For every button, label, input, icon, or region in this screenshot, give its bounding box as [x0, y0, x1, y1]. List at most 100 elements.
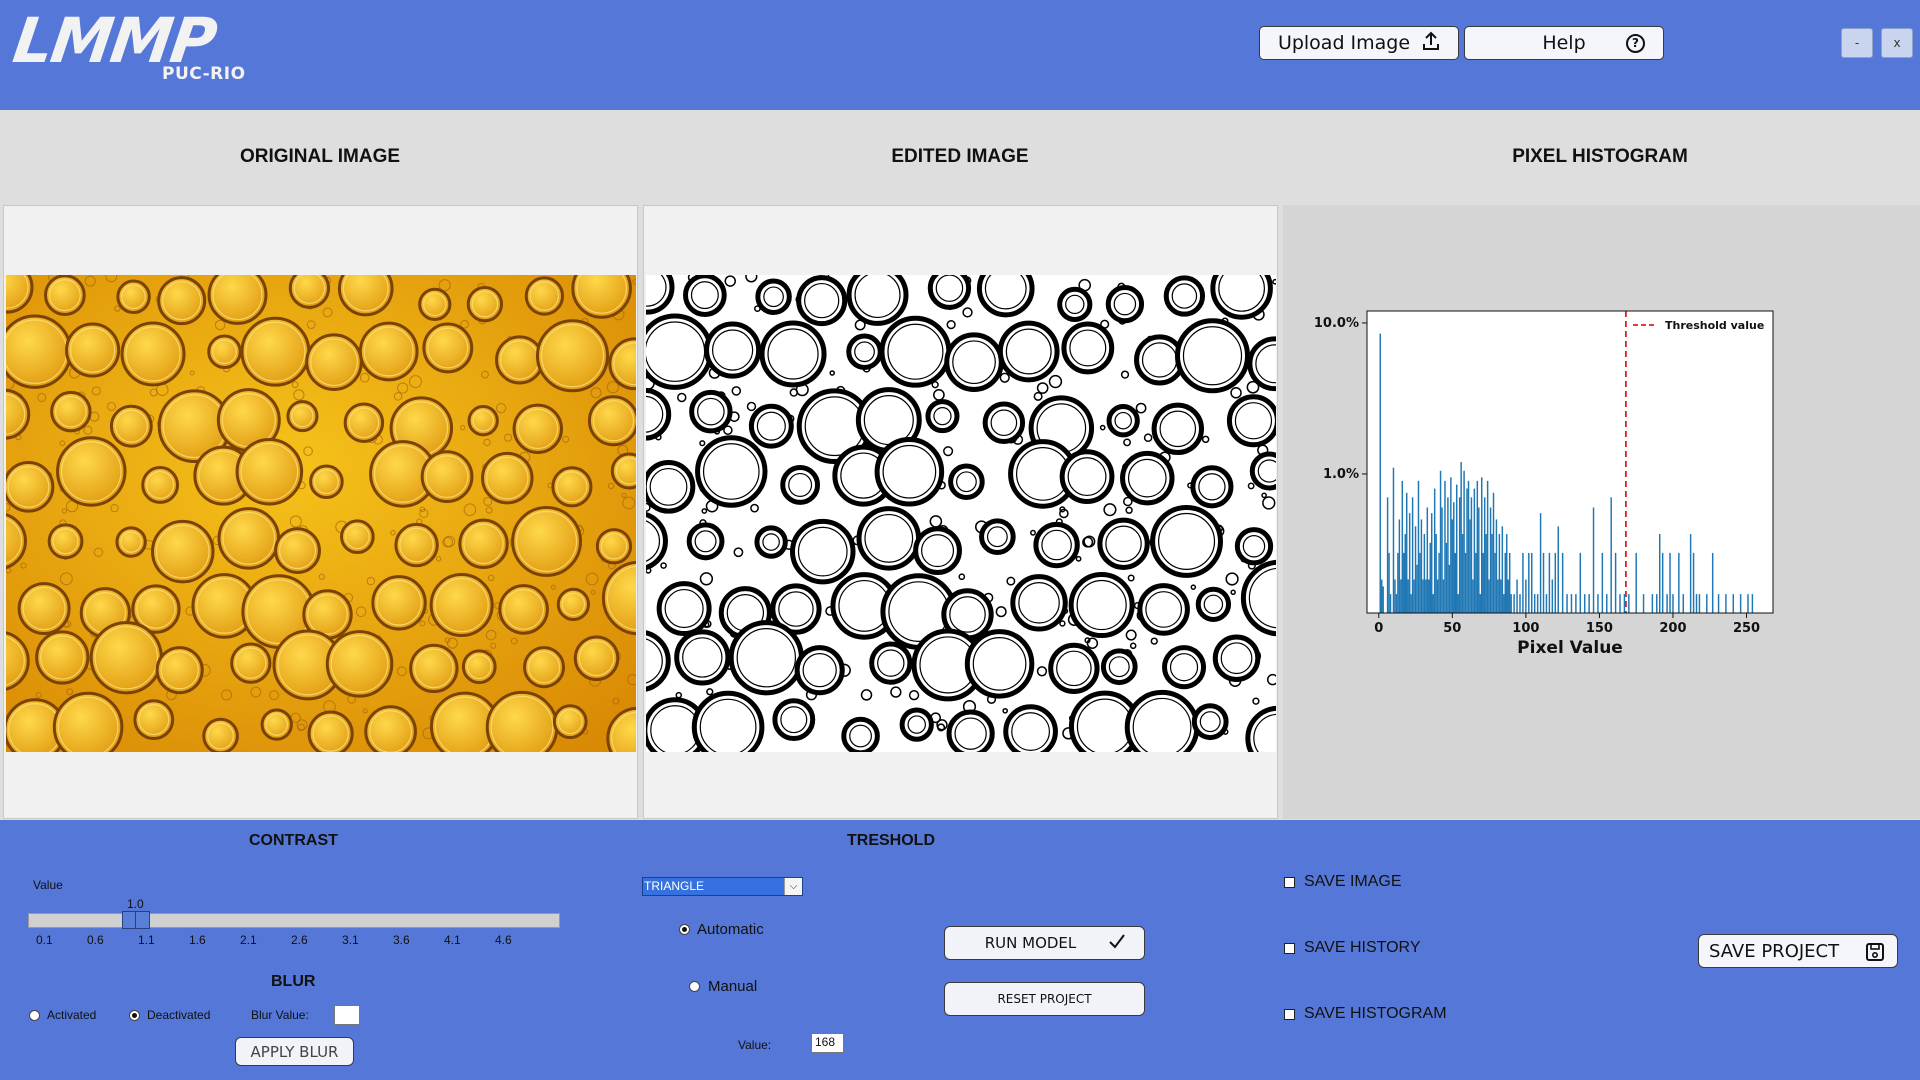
histogram-bar [1579, 552, 1582, 613]
histogram-bar [1519, 594, 1521, 613]
controls-panel: CONTRAST Value 1.0 0.1 0.6 1.1 1.6 2.1 2.6 3.1… [0, 820, 1920, 1080]
histogram-bar [1439, 470, 1442, 613]
logo-subtitle: PUC-RIO [162, 64, 246, 84]
histogram-bar [1706, 594, 1708, 613]
histogram-bar [1642, 594, 1645, 613]
threshold-value-input[interactable]: 168 [811, 1033, 844, 1053]
histogram-bar [1533, 594, 1536, 613]
histogram-bar [1397, 552, 1399, 613]
save-project-label: SAVE PROJECT [1709, 940, 1840, 962]
original-image-view [3, 205, 638, 819]
question-icon: ? [1626, 34, 1645, 53]
upload-image-label: Upload Image [1277, 32, 1411, 54]
threshold-automatic-label: Automatic [697, 921, 764, 938]
histogram-bar [1592, 507, 1595, 613]
histogram-bar [1554, 552, 1557, 613]
x-tick-label: 150 [1586, 621, 1613, 636]
histogram-bar [1475, 552, 1477, 613]
chevron-down-icon: ⌵ [784, 878, 802, 895]
histogram-bar [1661, 552, 1664, 613]
upload-image-button[interactable]: Upload Image [1259, 26, 1459, 60]
histogram-bar [1428, 579, 1430, 613]
histogram-bar [1470, 497, 1473, 613]
blur-value-label: Blur Value: [251, 1008, 309, 1022]
histogram-bar [1407, 579, 1409, 613]
threshold-manual-label: Manual [708, 978, 758, 995]
histogram-bar [1401, 480, 1404, 613]
histogram-bar [1542, 552, 1545, 613]
histogram-bar [1388, 552, 1390, 613]
histogram-bar [1717, 594, 1720, 613]
histogram-bar [1588, 594, 1590, 613]
contrast-slider-track[interactable] [28, 913, 560, 928]
save-histogram-checkbox[interactable] [1284, 1009, 1295, 1020]
reset-project-button[interactable]: RESET PROJECT [944, 982, 1145, 1016]
histogram-bar [1482, 552, 1484, 613]
run-model-button[interactable]: RUN MODEL [944, 926, 1145, 960]
histogram-bar [1461, 534, 1464, 613]
histogram-bar [1450, 477, 1452, 613]
histogram-bar [1503, 594, 1505, 613]
threshold-manual-radio[interactable] [689, 981, 700, 992]
histogram-bar [1419, 552, 1421, 613]
blur-value-input[interactable] [334, 1005, 360, 1025]
histogram-bar [1460, 462, 1462, 613]
pixel-histogram-chart: 0 50 100 150 200 250 1.0% 10.0% Pixel Value Thres… [1314, 310, 1774, 658]
contrast-slider-handle[interactable] [122, 911, 150, 929]
close-button[interactable]: x [1881, 28, 1913, 58]
histogram-bar [1507, 579, 1509, 613]
blur-deactivated-label: Deactivated [147, 1008, 211, 1022]
x-tick-label: 0 [1374, 621, 1383, 636]
histogram-bar [1429, 542, 1431, 613]
histogram-bar [1398, 519, 1401, 613]
blur-deactivated-radio[interactable] [129, 1010, 140, 1021]
save-project-button[interactable]: SAVE PROJECT [1698, 934, 1898, 968]
edited-image-title: EDITED IMAGE [891, 146, 1029, 167]
histogram-bar [1386, 497, 1389, 613]
histogram-bar [1575, 594, 1577, 613]
histogram-bar [1400, 579, 1402, 613]
save-image-checkbox[interactable] [1284, 877, 1295, 888]
edited-image [646, 275, 1276, 752]
help-button[interactable]: Help ? [1464, 26, 1664, 60]
histogram-bar [1597, 594, 1599, 613]
x-tick-label: 100 [1512, 621, 1539, 636]
histogram-bar [1614, 552, 1617, 613]
histogram-bar [1430, 513, 1433, 613]
contrast-tick-label: 3.1 [342, 933, 359, 947]
histogram-bar [1486, 480, 1489, 613]
histogram-bar [1453, 502, 1455, 613]
save-history-checkbox[interactable] [1284, 943, 1295, 954]
minimize-button[interactable]: - [1841, 28, 1873, 58]
histogram-bar [1454, 552, 1456, 613]
histogram-bar [1492, 492, 1495, 613]
contrast-tick-label: 2.6 [291, 933, 308, 947]
histogram-bar [1414, 526, 1417, 613]
help-label: Help [1542, 32, 1586, 54]
blur-activated-radio[interactable] [29, 1010, 40, 1021]
histogram-bar [1403, 552, 1405, 613]
x-tick-label: 50 [1443, 621, 1461, 636]
histogram-bar [1473, 488, 1476, 613]
histogram-bar [1451, 519, 1454, 613]
histogram-bar [1610, 497, 1612, 613]
save-histogram-label: SAVE HISTOGRAM [1304, 1005, 1447, 1022]
y-tick-label: 1.0% [1323, 467, 1359, 482]
histogram-bar [1522, 552, 1524, 613]
histogram-bar [1413, 579, 1415, 613]
histogram-bar [1548, 552, 1551, 613]
histogram-bar [1531, 552, 1533, 613]
histogram-bar [1404, 534, 1406, 613]
apply-blur-button[interactable]: APPLY BLUR [235, 1037, 354, 1066]
original-image-title: ORIGINAL IMAGE [239, 146, 401, 167]
threshold-automatic-radio[interactable] [679, 924, 690, 935]
threshold-method-select[interactable]: TRIANGLE ⌵ [642, 877, 803, 896]
histogram-bar [1467, 480, 1470, 613]
histogram-bar [1436, 579, 1439, 613]
histogram-bar [1711, 552, 1714, 613]
histogram-bar [1455, 484, 1458, 613]
histogram-bar [1506, 534, 1508, 613]
contrast-tick-label: 4.6 [495, 933, 512, 947]
histogram-bar [1747, 594, 1749, 613]
histogram-bar [1682, 594, 1685, 613]
